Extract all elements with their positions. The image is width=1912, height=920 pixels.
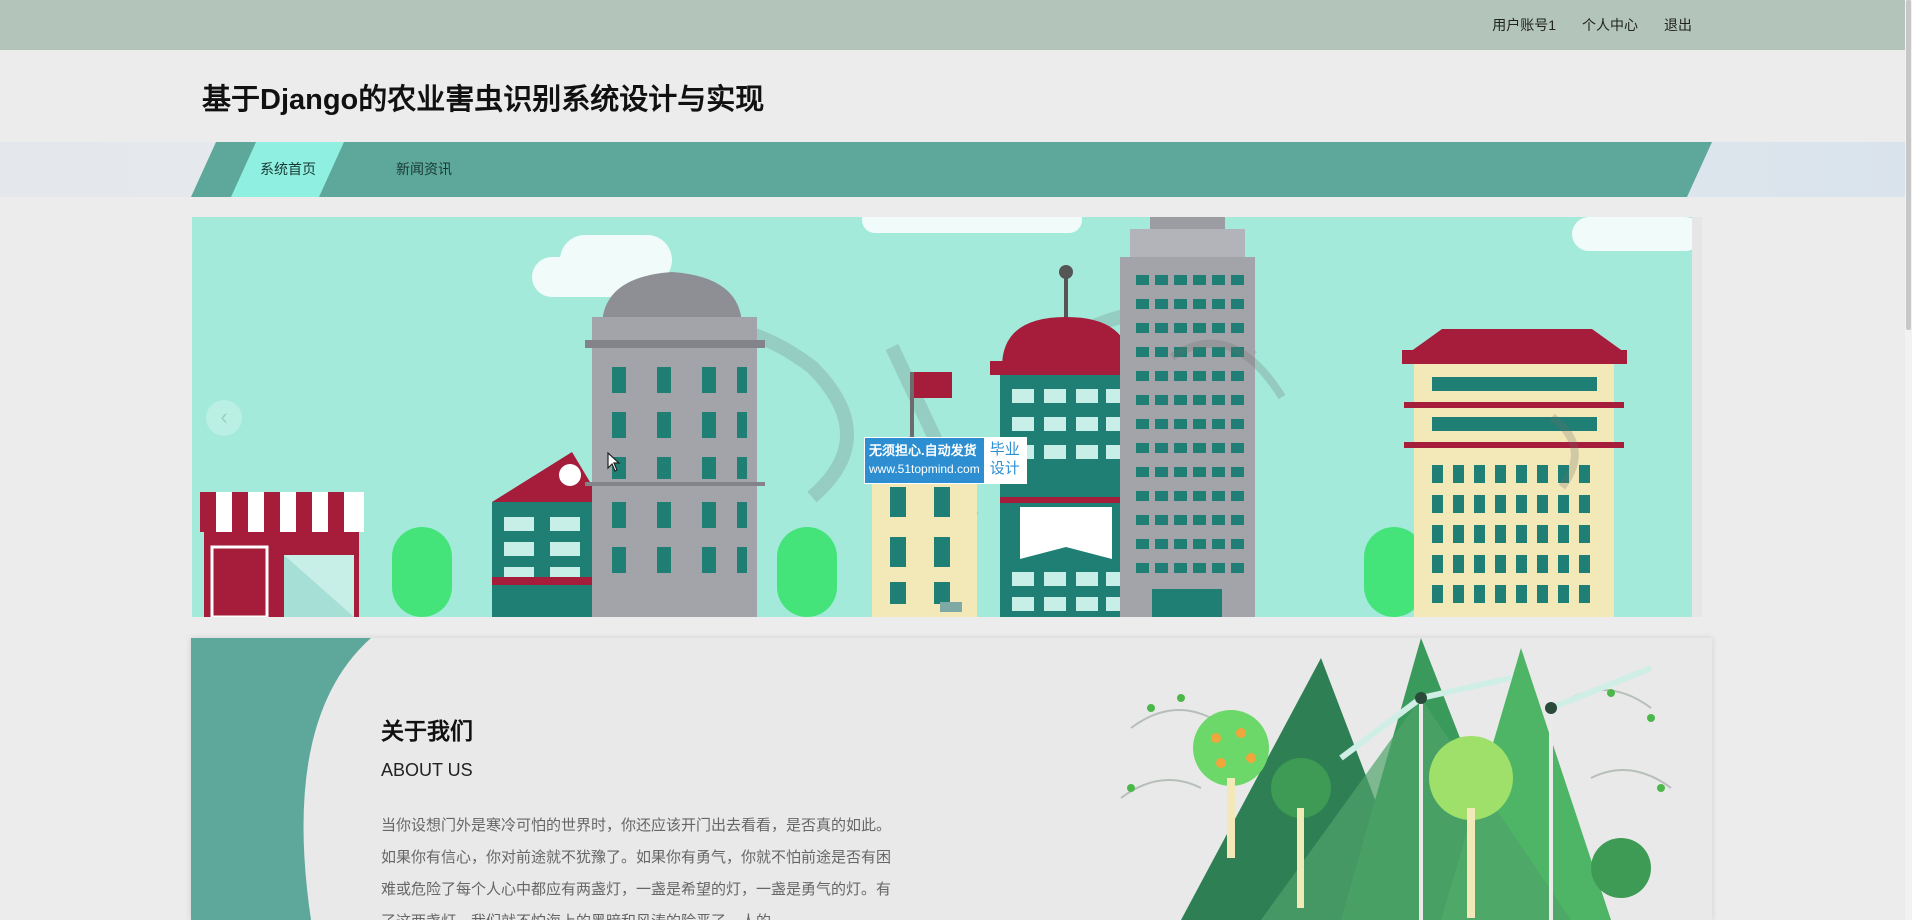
about-section: 关于我们 ABOUT US 当你设想门外是寒冷可怕的世界时，你还应该开门出去看看… xyxy=(191,638,1712,920)
watermark-tag: 毕业 设计 xyxy=(983,438,1026,483)
right-cream-building xyxy=(1402,329,1627,617)
nav-wrapper: 系统首页 新闻资讯 xyxy=(0,142,1912,197)
page-scrollbar[interactable] xyxy=(1905,0,1912,920)
shop-awning-building xyxy=(200,492,364,617)
nav-item-home[interactable]: 系统首页 xyxy=(260,142,316,197)
teal-house xyxy=(492,452,602,617)
personal-center-link[interactable]: 个人中心 xyxy=(1582,15,1638,35)
cream-building xyxy=(872,467,977,617)
gray-domed-building xyxy=(585,272,765,617)
banner-scroll-edge xyxy=(1692,217,1702,617)
tall-office-building xyxy=(1120,217,1255,617)
watermark-badge: 无须担心.自动发货 www.51topmind.com 毕业 设计 xyxy=(864,437,1027,484)
watermark-tag-line1: 毕业 xyxy=(989,441,1020,458)
user-account-link[interactable]: 用户账号1 xyxy=(1492,15,1556,35)
mouse-cursor-icon xyxy=(607,452,621,472)
logout-link[interactable]: 退出 xyxy=(1664,15,1692,35)
about-decor-arc xyxy=(191,638,371,920)
nav-item-news[interactable]: 新闻资讯 xyxy=(396,142,452,197)
chevron-left-icon: ‹ xyxy=(220,404,228,429)
top-bar: 用户账号1 个人中心 退出 xyxy=(0,0,1912,50)
about-subtitle: ABOUT US xyxy=(381,760,473,780)
city-illustration xyxy=(200,217,1702,617)
watermark-tag-line2: 设计 xyxy=(989,460,1020,477)
banner-carousel: ‹ 无须担心.自动发货 www.51topmind.com 毕业 设计 xyxy=(192,217,1702,617)
site-header: 基于Django的农业害虫识别系统设计与实现 xyxy=(0,50,1912,142)
page-scroll-thumb[interactable] xyxy=(1906,0,1911,330)
watermark-line1: 无须担心.自动发货 xyxy=(869,443,977,458)
watermark-line2: www.51topmind.com xyxy=(869,462,980,476)
about-title: 关于我们 xyxy=(381,718,473,744)
about-image xyxy=(1120,638,1672,920)
top-links: 用户账号1 个人中心 退出 xyxy=(1492,0,1692,50)
about-text: 当你设想门外是寒冷可怕的世界时，你还应该开门出去看看，是否真的如此。如果你有信心… xyxy=(381,817,892,920)
main-nav: 系统首页 新闻资讯 xyxy=(191,142,1712,197)
carousel-prev-button[interactable]: ‹ xyxy=(206,400,242,436)
site-title: 基于Django的农业害虫识别系统设计与实现 xyxy=(202,84,765,116)
watermark-text: 无须担心.自动发货 www.51topmind.com xyxy=(865,438,984,483)
